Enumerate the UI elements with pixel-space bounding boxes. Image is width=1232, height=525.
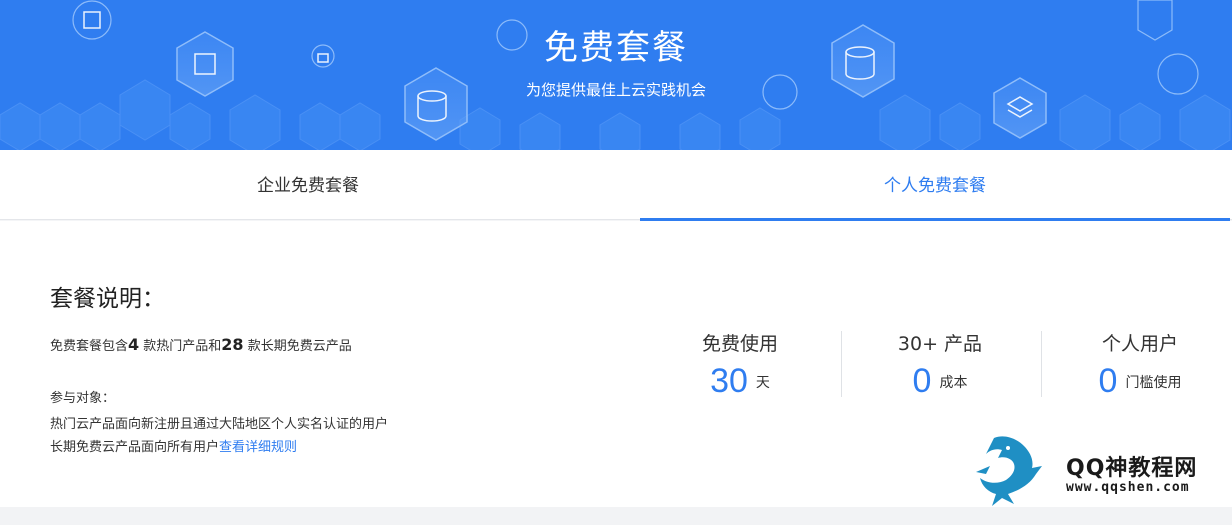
stat-heading: 个人用户 <box>1101 333 1178 355</box>
plan-summary: 免费套餐包含4 款热门产品和28 款长期免费云产品 <box>50 335 352 354</box>
plan-summary-prefix: 免费套餐包含 <box>50 339 129 354</box>
watermark-name: QQ神教程网 <box>1066 456 1198 481</box>
hero-banner: 免费套餐 为您提供最佳上云实践机会 <box>0 0 1232 150</box>
stat-heading: 免费使用 <box>701 333 778 355</box>
stat-free-days: 免费使用 30 天 <box>680 329 800 401</box>
stat-number: 0 <box>1098 362 1118 400</box>
long-term-audience-text: 长期免费云产品面向所有用户 <box>50 440 220 455</box>
long-term-product-count: 28 <box>221 335 244 354</box>
stat-unit: 门槛使用 <box>1125 374 1182 391</box>
stat-products-cost: 30+ 产品 0 成本 <box>880 329 1000 401</box>
long-term-product-audience: 长期免费云产品面向所有用户查看详细规则 <box>50 436 297 455</box>
stat-personal-threshold: 个人用户 0 门槛使用 <box>1070 329 1210 401</box>
plan-summary-mid: 款热门产品和 <box>139 339 222 354</box>
stat-number: 30 <box>710 362 748 400</box>
hot-product-count: 4 <box>128 335 140 354</box>
tab-personal-free-plan-label: 个人免费套餐 <box>884 176 986 196</box>
description-title: 套餐说明： <box>50 286 165 312</box>
tab-personal-free-plan[interactable]: 个人免费套餐 <box>640 150 1230 221</box>
plan-summary-suffix: 款长期免费云产品 <box>243 339 352 354</box>
target-audience-label: 参与对象： <box>50 391 116 406</box>
stat-unit: 成本 <box>939 374 968 391</box>
stat-divider <box>1041 331 1042 397</box>
banner-subtitle: 为您提供最佳上云实践机会 <box>525 81 706 99</box>
banner-title: 免费套餐 <box>544 28 688 68</box>
footer-strip <box>0 507 1232 525</box>
stat-number: 0 <box>912 362 932 400</box>
stat-heading: 30+ 产品 <box>897 333 983 355</box>
plan-tabs: 企业免费套餐 个人免费套餐 <box>0 150 1232 221</box>
stat-unit: 天 <box>755 374 770 391</box>
stat-divider <box>841 331 842 397</box>
watermark-url: www.qqshen.com <box>1066 480 1190 495</box>
tab-enterprise-free-plan[interactable]: 企业免费套餐 <box>0 150 616 220</box>
hot-product-audience: 热门云产品面向新注册且通过大陆地区个人实名认证的用户 <box>50 417 389 432</box>
view-detailed-rules-link[interactable]: 查看详细规则 <box>219 440 297 455</box>
